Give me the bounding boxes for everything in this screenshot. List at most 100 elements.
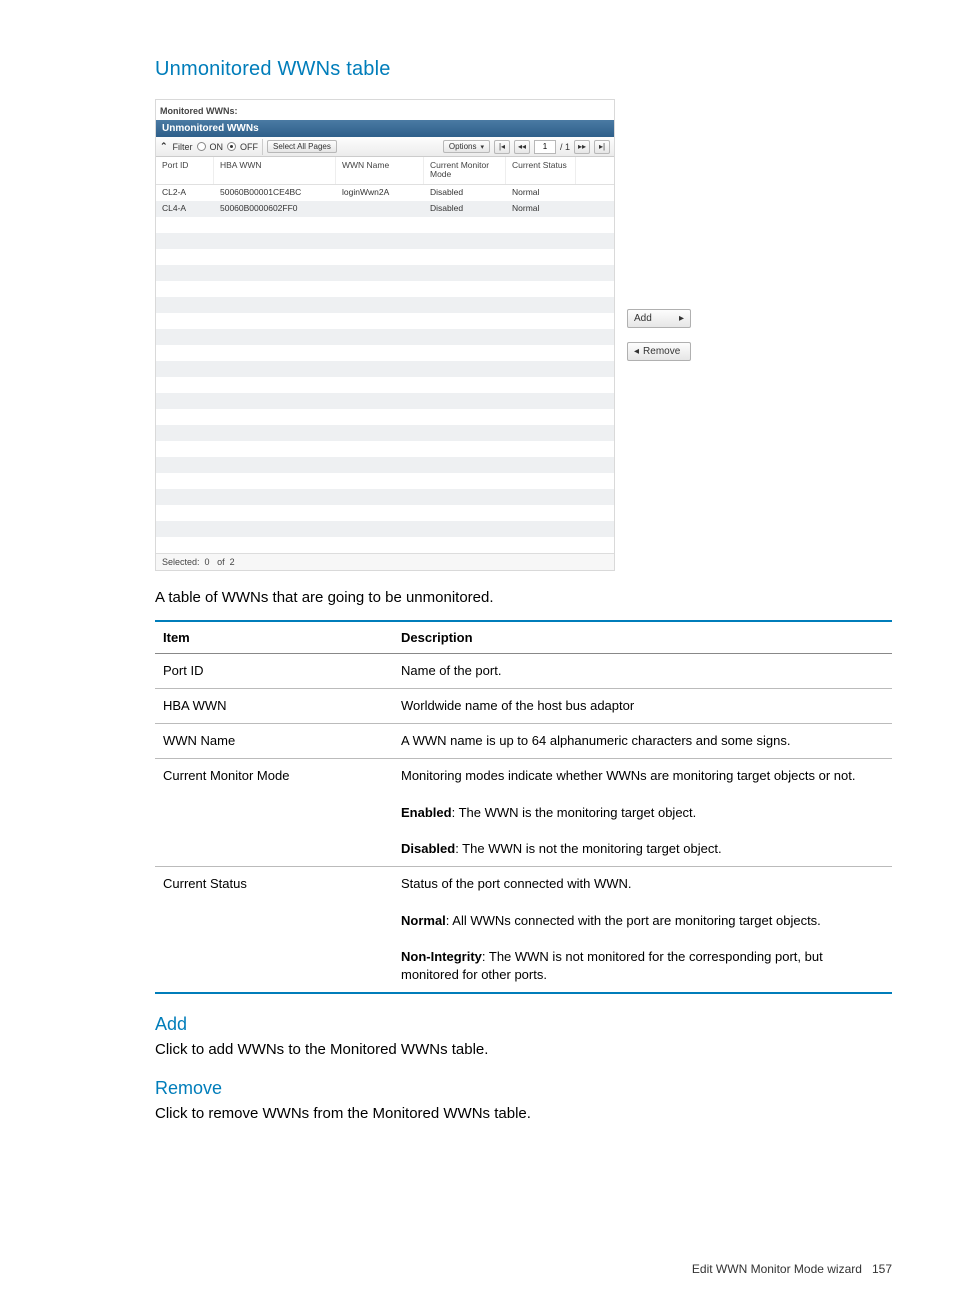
desc-row-hba: HBA WWN Worldwide name of the host bus a… (155, 688, 892, 723)
page-prev-button[interactable]: ◂◂ (514, 140, 530, 154)
desc-row-wwn: WWN Name A WWN name is up to 64 alphanum… (155, 724, 892, 759)
table-row-empty (156, 505, 614, 521)
page-first-button[interactable]: |◂ (494, 140, 510, 154)
filter-label[interactable]: Filter (160, 141, 193, 152)
panel-title: Unmonitored WWNs (156, 120, 614, 137)
desc-text: Monitoring modes indicate whether WWNs a… (393, 759, 892, 867)
cell-mode: Disabled (424, 185, 506, 201)
table-row-empty (156, 521, 614, 537)
grid-header: Port ID HBA WWN WWN Name Current Monitor… (156, 157, 614, 185)
status-nonint-label: Non-Integrity (401, 949, 482, 964)
page-next-button[interactable]: ▸▸ (574, 140, 590, 154)
table-row-empty (156, 297, 614, 313)
page-total-label: / 1 (560, 142, 570, 152)
desc-text: Status of the port connected with WWN. N… (393, 867, 892, 994)
table-row-empty (156, 489, 614, 505)
mode-enabled-label: Enabled (401, 805, 452, 820)
add-button[interactable]: Add ▸ (627, 309, 691, 328)
col-header-wwn[interactable]: WWN Name (336, 157, 424, 184)
footer-page-number: 157 (872, 1262, 892, 1276)
desc-row-portid: Port ID Name of the port. (155, 653, 892, 688)
mode-disabled-text: : The WWN is not the monitoring target o… (455, 841, 721, 856)
table-row-empty (156, 537, 614, 553)
panel-footer: Selected: 0 of 2 (156, 553, 614, 570)
add-button-label: Add (634, 313, 652, 324)
intro-text: A table of WWNs that are going to be unm… (155, 589, 892, 606)
select-all-pages-button[interactable]: Select All Pages (267, 140, 337, 153)
table-row-empty (156, 409, 614, 425)
cell-wwn: loginWwn2A (336, 185, 424, 201)
table-row-empty (156, 425, 614, 441)
panel-toolbar: Filter ON OFF Select All Pages Options |… (156, 137, 614, 157)
desc-text: A WWN name is up to 64 alphanumeric char… (393, 724, 892, 759)
add-description: Click to add WWNs to the Monitored WWNs … (155, 1041, 892, 1058)
desc-head-desc: Description (393, 621, 892, 654)
filter-off-radio[interactable] (227, 142, 236, 151)
table-row-empty (156, 473, 614, 489)
page-footer: Edit WWN Monitor Mode wizard 157 (155, 1262, 892, 1276)
of-label: of (217, 557, 225, 567)
table-row[interactable]: CL4-A 50060B0000602FF0 Disabled Normal (156, 201, 614, 217)
remove-button-label: Remove (643, 346, 680, 357)
filter-text: Filter (173, 142, 193, 152)
panel-outer-label: Monitored WWNs: (156, 100, 614, 120)
table-row-empty (156, 265, 614, 281)
cell-status: Normal (506, 185, 576, 201)
status-line1: Status of the port connected with WWN. (401, 876, 632, 891)
grid-body: CL2-A 50060B00001CE4BC loginWwn2A Disabl… (156, 185, 614, 553)
col-header-port[interactable]: Port ID (156, 157, 214, 184)
table-row-empty (156, 393, 614, 409)
toolbar-separator (262, 139, 263, 155)
table-row-empty (156, 249, 614, 265)
options-button[interactable]: Options (443, 140, 490, 153)
selected-label: Selected: (162, 557, 200, 567)
options-label: Options (449, 142, 477, 151)
table-row-empty (156, 377, 614, 393)
status-normal-text: : All WWNs connected with the port are m… (446, 913, 821, 928)
desc-item: Current Monitor Mode (155, 759, 393, 867)
mode-line1: Monitoring modes indicate whether WWNs a… (401, 768, 855, 783)
cell-wwn (336, 201, 424, 217)
cell-hba: 50060B00001CE4BC (214, 185, 336, 201)
arrow-right-icon: ▸ (679, 313, 684, 324)
page-input[interactable] (534, 140, 556, 154)
footer-text: Edit WWN Monitor Mode wizard (692, 1262, 862, 1276)
table-row[interactable]: CL2-A 50060B00001CE4BC loginWwn2A Disabl… (156, 185, 614, 201)
col-header-mode[interactable]: Current Monitor Mode (424, 157, 506, 184)
description-table: Item Description Port ID Name of the por… (155, 620, 892, 995)
desc-text: Worldwide name of the host bus adaptor (393, 688, 892, 723)
desc-row-mode: Current Monitor Mode Monitoring modes in… (155, 759, 892, 867)
remove-description: Click to remove WWNs from the Monitored … (155, 1105, 892, 1122)
section-heading-unmonitored: Unmonitored WWNs table (155, 58, 892, 81)
col-header-hba[interactable]: HBA WWN (214, 157, 336, 184)
filter-on-radio[interactable] (197, 142, 206, 151)
table-row-empty (156, 233, 614, 249)
table-row-empty (156, 217, 614, 233)
cell-port: CL4-A (156, 201, 214, 217)
table-row-empty (156, 281, 614, 297)
table-row-empty (156, 329, 614, 345)
remove-button[interactable]: ◂ Remove (627, 342, 691, 361)
selected-count: 0 (205, 557, 210, 567)
desc-head-item: Item (155, 621, 393, 654)
subheading-add: Add (155, 1014, 892, 1035)
unmonitored-wwns-panel: Monitored WWNs: Unmonitored WWNs Filter … (155, 99, 615, 571)
mode-enabled-text: : The WWN is the monitoring target objec… (452, 805, 697, 820)
desc-item: WWN Name (155, 724, 393, 759)
arrow-left-icon: ◂ (634, 346, 639, 357)
status-normal-label: Normal (401, 913, 446, 928)
table-row-empty (156, 345, 614, 361)
cell-port: CL2-A (156, 185, 214, 201)
total-count: 2 (230, 557, 235, 567)
mode-disabled-label: Disabled (401, 841, 455, 856)
side-buttons: Add ▸ ◂ Remove (627, 309, 691, 361)
col-header-status[interactable]: Current Status (506, 157, 576, 184)
cell-hba: 50060B0000602FF0 (214, 201, 336, 217)
page-last-button[interactable]: ▸| (594, 140, 610, 154)
screenshot-area: Monitored WWNs: Unmonitored WWNs Filter … (155, 99, 892, 571)
desc-item: HBA WWN (155, 688, 393, 723)
table-row-empty (156, 457, 614, 473)
cell-mode: Disabled (424, 201, 506, 217)
table-row-empty (156, 313, 614, 329)
subheading-remove: Remove (155, 1078, 892, 1099)
